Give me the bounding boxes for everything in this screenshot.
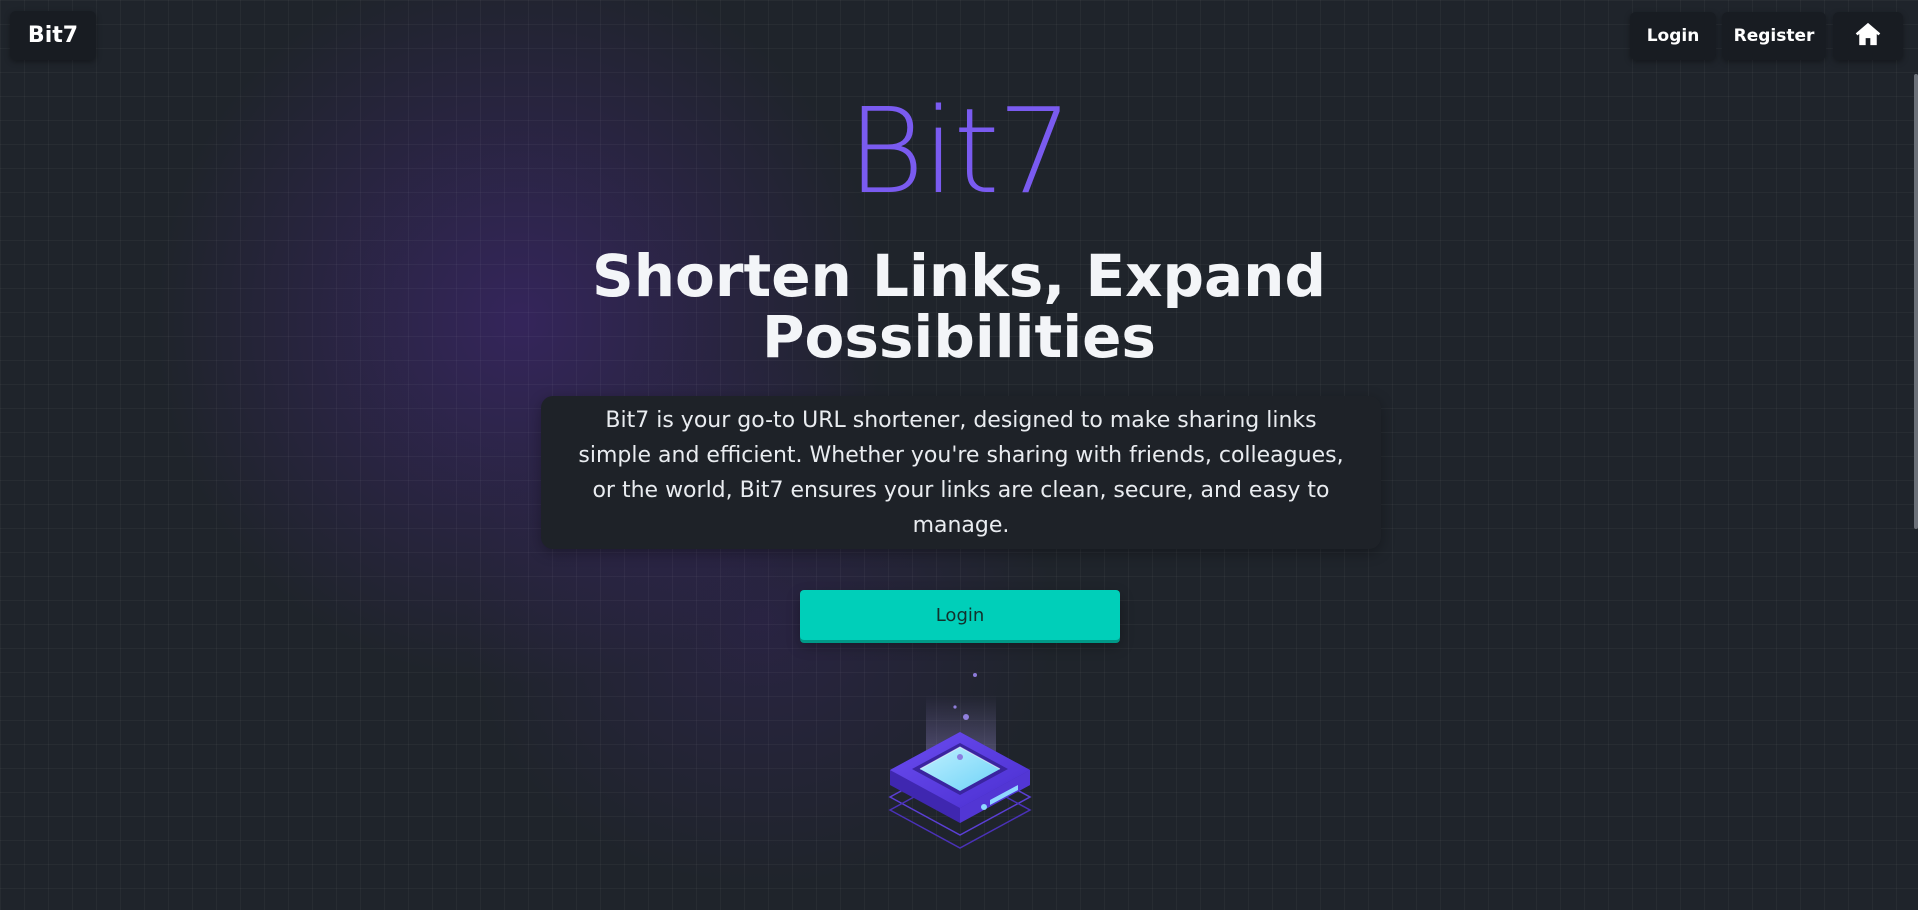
home-icon: [1854, 20, 1882, 53]
isometric-device-icon: [880, 665, 1040, 865]
hero-login-button[interactable]: Login: [800, 590, 1120, 640]
description-card: Bit7 is your go-to URL shortener, design…: [541, 396, 1381, 549]
brand-logo-link[interactable]: Bit7: [10, 11, 96, 60]
landing-page: Bit7 Login Register Bit7 Shorten Links, …: [0, 0, 1918, 910]
hero-description: Bit7 is your go-to URL shortener, design…: [578, 407, 1344, 538]
top-navbar: Bit7 Login Register: [0, 0, 1918, 74]
nav-login-button[interactable]: Login: [1630, 12, 1716, 60]
nav-home-button[interactable]: [1833, 12, 1903, 60]
headline-line-1: Shorten Links, Expand: [591, 242, 1326, 310]
hero-headline: Shorten Links, Expand Possibilities: [0, 246, 1918, 368]
nav-register-button[interactable]: Register: [1722, 12, 1826, 60]
hero-logo-text: Bit7: [847, 82, 1072, 220]
headline-line-2: Possibilities: [762, 303, 1156, 371]
